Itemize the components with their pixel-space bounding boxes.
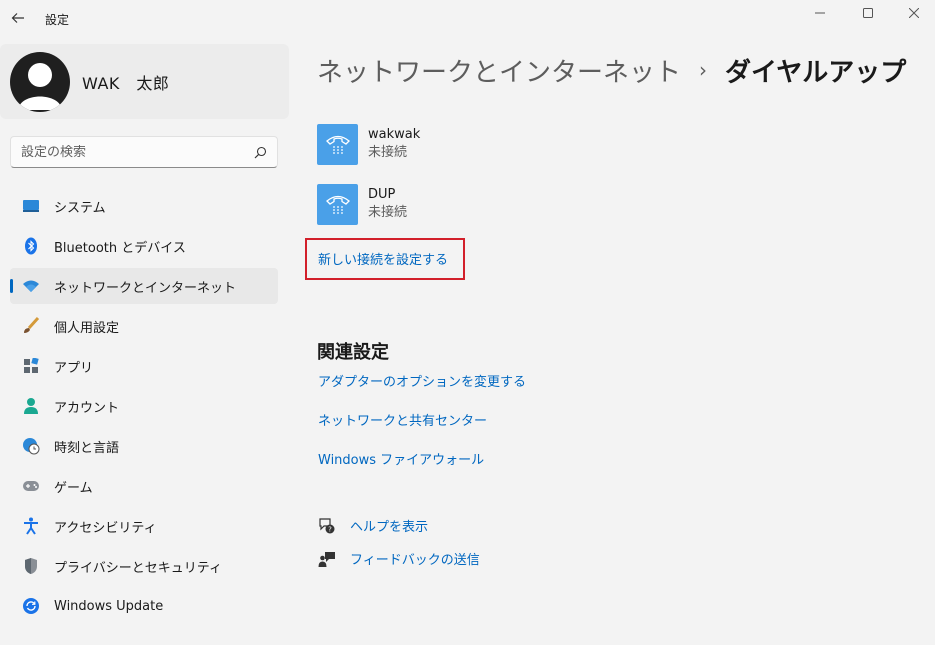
breadcrumb-parent[interactable]: ネットワークとインターネット	[317, 52, 681, 89]
minimize-icon	[815, 12, 825, 14]
user-silhouette-icon	[18, 62, 62, 110]
apps-icon	[22, 357, 40, 375]
connection-status: 未接続	[368, 145, 408, 160]
connection-item-dup[interactable]: DUP 未接続	[317, 183, 617, 225]
sidebar-nav: システム Bluetooth とデバイス ネットワークとインターネット 個人用設…	[10, 188, 278, 628]
globe-clock-icon	[22, 437, 40, 455]
feedback-link[interactable]: フィードバックの送信	[318, 549, 480, 568]
related-settings-heading: 関連設定	[317, 342, 389, 363]
connection-name: wakwak	[368, 127, 421, 142]
search-input[interactable]	[21, 144, 254, 160]
feedback-icon	[318, 550, 336, 568]
accessibility-icon	[22, 517, 40, 535]
svg-text:?: ?	[328, 525, 332, 533]
connection-name: DUP	[368, 187, 396, 202]
close-button[interactable]	[891, 0, 935, 26]
update-icon	[22, 597, 40, 615]
sidebar-item-privacy[interactable]: プライバシーとセキュリティ	[10, 548, 278, 584]
sidebar-item-system[interactable]: システム	[10, 188, 278, 224]
sidebar-item-apps[interactable]: アプリ	[10, 348, 278, 384]
gamepad-icon	[22, 477, 40, 495]
user-name: WAK 太郎	[82, 73, 170, 93]
system-icon	[22, 197, 40, 215]
user-card[interactable]: WAK 太郎	[0, 44, 289, 119]
adapter-options-link[interactable]: アダプターのオプションを変更する	[318, 371, 526, 390]
sidebar-item-accounts[interactable]: アカウント	[10, 388, 278, 424]
chevron-right-icon: ›	[699, 58, 708, 82]
sidebar-item-accessibility[interactable]: アクセシビリティ	[10, 508, 278, 544]
shield-icon	[22, 557, 40, 575]
page-title: ダイヤルアップ	[725, 57, 907, 88]
network-sharing-center-link[interactable]: ネットワークと共有センター	[318, 410, 487, 429]
search-icon[interactable]	[254, 146, 267, 159]
sidebar-item-windows-update[interactable]: Windows Update	[10, 588, 278, 624]
sidebar-item-gaming[interactable]: ゲーム	[10, 468, 278, 504]
maximize-icon	[863, 8, 873, 18]
connection-status: 未接続	[368, 205, 408, 220]
sidebar-item-time-language[interactable]: 時刻と言語	[10, 428, 278, 464]
maximize-button[interactable]	[845, 0, 891, 26]
title-bar: 設定	[0, 0, 935, 40]
windows-firewall-link[interactable]: Windows ファイアウォール	[318, 449, 484, 468]
back-button[interactable]	[6, 6, 30, 30]
new-connection-link[interactable]: 新しい接続を設定する	[318, 249, 448, 268]
wifi-icon	[22, 277, 40, 295]
bluetooth-icon	[22, 237, 40, 255]
phone-icon	[317, 183, 358, 225]
minimize-button[interactable]	[797, 0, 843, 26]
help-icon: ?	[318, 517, 336, 535]
avatar	[10, 51, 70, 112]
sidebar-item-network[interactable]: ネットワークとインターネット	[10, 268, 278, 304]
breadcrumb: ネットワークとインターネット › ダイヤルアップ	[317, 52, 906, 88]
app-title: 設定	[45, 13, 70, 27]
brush-icon	[22, 317, 40, 335]
phone-icon	[317, 123, 358, 165]
back-arrow-icon	[11, 13, 24, 23]
account-icon	[22, 397, 40, 415]
close-icon	[909, 8, 919, 18]
sidebar-item-personalization[interactable]: 個人用設定	[10, 308, 278, 344]
connection-item-wakwak[interactable]: wakwak 未接続	[317, 123, 617, 165]
show-help-link[interactable]: ? ヘルプを表示	[318, 516, 428, 535]
sidebar-item-bluetooth[interactable]: Bluetooth とデバイス	[10, 228, 278, 264]
search-box[interactable]	[10, 136, 278, 168]
